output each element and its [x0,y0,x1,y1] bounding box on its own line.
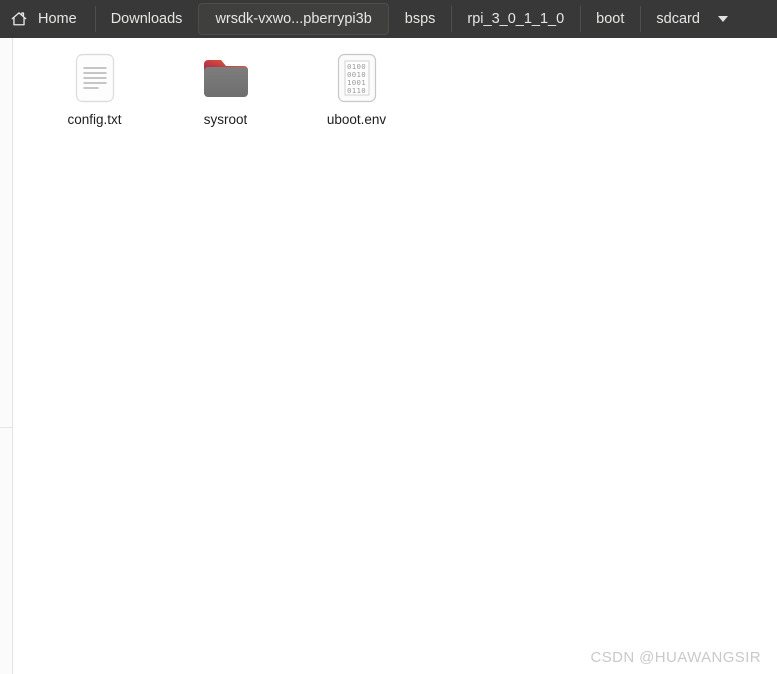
breadcrumb-item-label: bsps [404,10,436,27]
file-item-label: uboot.env [326,112,387,127]
breadcrumb-item-label: sdcard [656,10,700,27]
svg-text:0110: 0110 [347,86,366,95]
file-manager-window: Home Downloads wrsdk-vxwo...pberrypi3b b… [0,0,777,674]
breadcrumb-item-rpi[interactable]: rpi_3_0_1_1_0 [451,0,580,38]
chevron-down-icon[interactable] [717,16,728,22]
breadcrumb-item-home[interactable]: Home [0,0,95,38]
file-item-label: config.txt [67,112,122,127]
home-icon [10,10,28,28]
content-area: config.txt sysroot 0100 0010 1001 0110 u… [0,38,777,674]
breadcrumb-item-label: Downloads [110,10,183,27]
breadcrumb-item-label: wrsdk-vxwo...pberrypi3b [215,10,372,27]
file-grid: config.txt sysroot 0100 0010 1001 0110 u… [13,48,777,136]
text-file-icon [71,52,119,104]
watermark: CSDN @HUAWANGSIR [590,649,761,666]
sidebar-gutter [0,38,13,674]
file-item-label: sysroot [203,112,248,127]
folder-icon [202,52,250,104]
breadcrumb-item-boot[interactable]: boot [580,0,640,38]
breadcrumb: Home Downloads wrsdk-vxwo...pberrypi3b b… [0,0,777,38]
file-item-config-txt[interactable]: config.txt [29,48,160,136]
breadcrumb-item-downloads[interactable]: Downloads [94,0,199,38]
file-item-sysroot[interactable]: sysroot [160,48,291,136]
breadcrumb-item-sdcard[interactable]: sdcard [640,0,738,38]
binary-file-icon: 0100 0010 1001 0110 [333,52,381,104]
breadcrumb-item-label: boot [596,10,625,27]
breadcrumb-item-bsps[interactable]: bsps [389,0,452,38]
gutter-divider [0,427,13,428]
breadcrumb-item-wrsdk[interactable]: wrsdk-vxwo...pberrypi3b [198,3,389,35]
file-item-uboot-env[interactable]: 0100 0010 1001 0110 uboot.env [291,48,422,136]
breadcrumb-item-label: Home [38,10,77,27]
breadcrumb-item-label: rpi_3_0_1_1_0 [467,10,565,27]
file-icon-view[interactable]: config.txt sysroot 0100 0010 1001 0110 u… [13,38,777,674]
